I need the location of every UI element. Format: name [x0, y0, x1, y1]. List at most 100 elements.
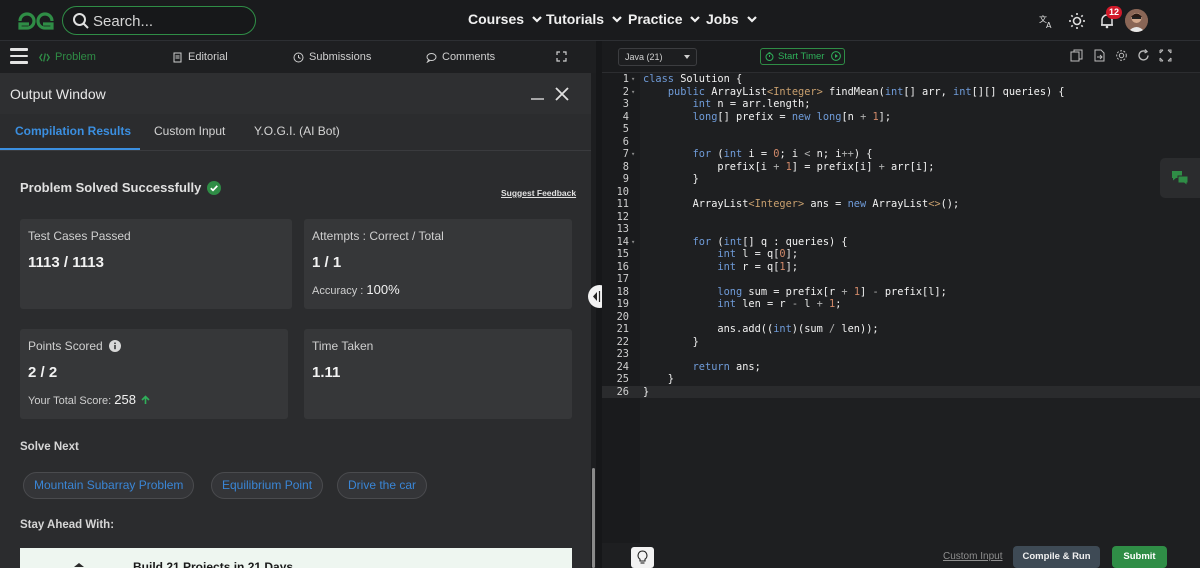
accuracy-value: 100% — [366, 282, 400, 297]
code-text[interactable]: int len = r - l + 1; — [643, 298, 841, 311]
nav-jobs[interactable]: Jobs — [706, 11, 758, 27]
output-scrollbar-thumb[interactable] — [592, 468, 595, 568]
code-text[interactable]: int l = q[0]; — [643, 248, 798, 261]
code-text[interactable]: int n = arr.length; — [643, 98, 811, 111]
code-line[interactable]: 4 long[] prefix = new long[n + 1]; — [602, 111, 1200, 124]
line-number: 12 — [616, 210, 629, 223]
compile-run-button[interactable]: Compile & Run — [1013, 546, 1100, 568]
import-file-icon[interactable] — [1093, 49, 1106, 62]
code-line[interactable]: 19 int len = r - l + 1; — [602, 298, 1200, 311]
code-line[interactable]: 22 } — [602, 336, 1200, 349]
code-line[interactable]: 14 ▾ for (int[] q : queries) { — [602, 236, 1200, 249]
tab-custom-input[interactable]: Custom Input — [154, 124, 225, 138]
language-select[interactable]: Java (21) — [618, 48, 697, 66]
code-line[interactable]: 18 long sum = prefix[r + 1] - prefix[l]; — [602, 286, 1200, 299]
code-text[interactable]: ans.add((int)(sum / len)); — [643, 323, 878, 336]
chat-button[interactable] — [1160, 158, 1200, 198]
tab-comments[interactable]: Comments — [426, 51, 495, 63]
minimize-icon[interactable] — [530, 88, 545, 100]
code-text[interactable]: int r = q[1]; — [643, 261, 798, 274]
start-timer-button[interactable]: Start Timer — [760, 48, 845, 65]
code-line[interactable]: 11 ArrayList<Integer> ans = new ArrayLis… — [602, 198, 1200, 211]
code-text[interactable]: } — [643, 373, 674, 386]
tab-problem[interactable]: Problem — [39, 51, 96, 63]
chip-drive-the-car[interactable]: Drive the car — [337, 472, 428, 499]
code-line[interactable]: 1 ▾ class Solution { — [602, 73, 1200, 86]
fold-arrow-icon[interactable]: ▾ — [631, 148, 635, 161]
fold-arrow-icon[interactable]: ▾ — [631, 73, 635, 86]
hint-button[interactable] — [631, 547, 654, 568]
suggest-feedback-link[interactable]: Suggest Feedback — [501, 188, 576, 198]
nav-practice[interactable]: Practice — [628, 11, 701, 27]
code-line[interactable]: 13 — [602, 223, 1200, 236]
solve-next-heading: Solve Next — [20, 441, 79, 453]
gfg-logo[interactable] — [14, 9, 58, 33]
code-line[interactable]: 9 } — [602, 173, 1200, 186]
code-line[interactable]: 17 — [602, 273, 1200, 286]
tab-compilation-results[interactable]: Compilation Results — [15, 124, 131, 138]
copy-icon[interactable] — [1070, 49, 1083, 62]
code-line[interactable]: 3 int n = arr.length; — [602, 98, 1200, 111]
test-cases-value: 1113 / 1113 — [28, 254, 104, 271]
code-line[interactable]: 16 int r = q[1]; — [602, 261, 1200, 274]
code-line[interactable]: 10 — [602, 186, 1200, 199]
code-line[interactable]: 2 ▾ public ArrayList<Integer> findMean(in… — [602, 86, 1200, 99]
code-text[interactable]: long[] prefix = new long[n + 1]; — [643, 111, 891, 124]
tab-yogi-ai-bot[interactable]: Y.O.G.I. (AI Bot) — [254, 124, 340, 138]
code-line[interactable]: 20 — [602, 311, 1200, 324]
code-text[interactable]: class Solution { — [643, 73, 742, 86]
line-number: 7 — [622, 148, 629, 160]
expand-icon[interactable] — [556, 51, 567, 62]
code-line[interactable]: 26} — [602, 385, 1200, 399]
code-text[interactable]: prefix[i + 1] = prefix[i] + arr[i]; — [643, 161, 934, 174]
code-line[interactable]: 6 — [602, 136, 1200, 149]
nav-courses[interactable]: Courses — [468, 11, 543, 27]
accuracy-row: Accuracy : 100% — [312, 282, 400, 297]
test-cases-card: Test Cases Passed 1113 / 1113 — [20, 219, 292, 309]
search-input[interactable] — [93, 10, 243, 32]
avatar[interactable] — [1125, 9, 1148, 32]
time-taken-card: Time Taken 1.11 — [304, 329, 572, 419]
code-text[interactable]: } — [643, 386, 649, 399]
tab-editorial[interactable]: Editorial — [172, 51, 228, 63]
code-text[interactable]: } — [643, 173, 699, 186]
chat-icon — [1172, 171, 1189, 186]
chip-mountain-subarray[interactable]: Mountain Subarray Problem — [23, 472, 195, 499]
code-text[interactable]: ArrayList<Integer> ans = new ArrayList<>… — [643, 198, 960, 211]
code-text[interactable]: for (int i = 0; i < n; i++) { — [643, 148, 873, 161]
search-bar[interactable] — [62, 6, 256, 35]
submit-button[interactable]: Submit — [1112, 546, 1167, 568]
info-icon[interactable] — [109, 340, 122, 352]
line-number: 4 — [622, 110, 629, 123]
chip-equilibrium-point[interactable]: Equilibrium Point — [211, 472, 324, 499]
fullscreen-icon[interactable] — [1159, 49, 1172, 62]
code-line[interactable]: 5 — [602, 123, 1200, 136]
nav-tutorials[interactable]: Tutorials — [546, 11, 623, 27]
code-text[interactable]: for (int[] q : queries) { — [643, 236, 848, 249]
code-text[interactable]: return ans; — [643, 361, 761, 374]
translate-icon[interactable]: 文A — [1034, 9, 1058, 33]
menu-icon[interactable] — [10, 48, 28, 64]
code-line[interactable]: 12 — [602, 211, 1200, 224]
fold-arrow-icon[interactable]: ▾ — [631, 236, 635, 249]
code-text[interactable]: long sum = prefix[r + 1] - prefix[l]; — [643, 286, 946, 299]
tab-submissions[interactable]: Submissions — [293, 51, 371, 63]
code-line[interactable]: 25 } — [602, 373, 1200, 386]
custom-input-link[interactable]: Custom Input — [943, 551, 1002, 562]
promo-banner[interactable]: Build 21 Projects in 21 Days — [20, 548, 572, 568]
fold-arrow-icon[interactable]: ▾ — [631, 86, 635, 99]
settings-icon[interactable] — [1115, 49, 1128, 62]
code-line[interactable]: 7 ▾ for (int i = 0; i < n; i++) { — [602, 148, 1200, 161]
time-taken-value: 1.11 — [312, 364, 341, 381]
theme-toggle-icon[interactable] — [1065, 9, 1089, 33]
code-text[interactable]: public ArrayList<Integer> findMean(int[]… — [643, 86, 1065, 99]
code-text[interactable]: } — [643, 336, 699, 349]
code-line[interactable]: 8 prefix[i + 1] = prefix[i] + arr[i]; — [602, 161, 1200, 174]
code-line[interactable]: 21 ans.add((int)(sum / len)); — [602, 323, 1200, 336]
code-line[interactable]: 24 return ans; — [602, 361, 1200, 374]
close-icon[interactable] — [554, 86, 570, 102]
code-line[interactable]: 23 — [602, 348, 1200, 361]
code-line[interactable]: 15 int l = q[0]; — [602, 248, 1200, 261]
reset-icon[interactable] — [1137, 49, 1150, 62]
tab-comments-label: Comments — [442, 51, 496, 63]
